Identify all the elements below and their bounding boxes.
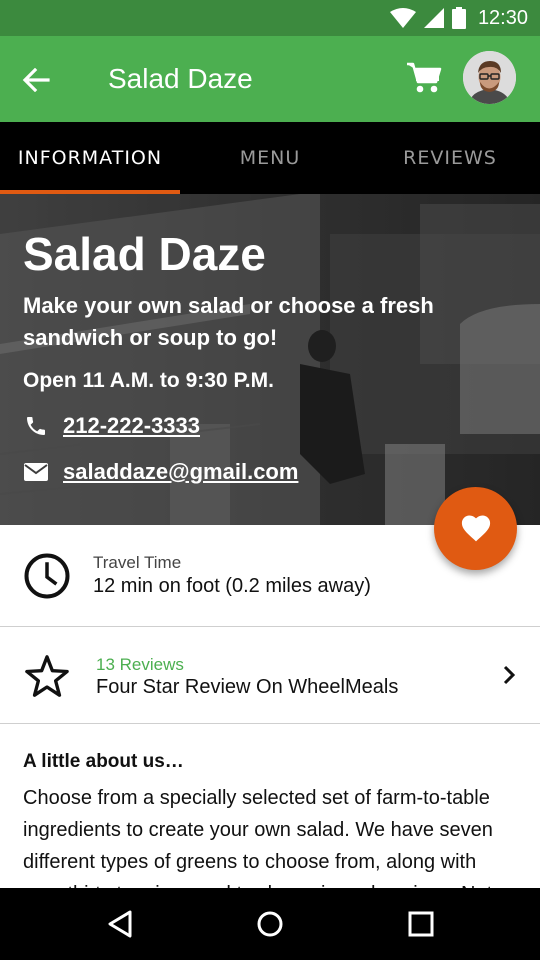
tab-bar: INFORMATION MENU REVIEWS (0, 122, 540, 198)
arrow-back-icon (22, 68, 50, 92)
signal-icon (423, 8, 444, 28)
nav-back-button[interactable] (102, 906, 138, 942)
app-title: Salad Daze (108, 63, 253, 94)
nav-recents-icon (408, 911, 434, 937)
status-icons: 12:30 (389, 6, 528, 29)
cart-icon (407, 62, 442, 93)
tab-menu[interactable]: MENU (180, 122, 360, 194)
system-nav-bar (0, 888, 540, 960)
battery-icon (451, 7, 466, 29)
tab-reviews[interactable]: REVIEWS (360, 122, 540, 194)
restaurant-description: Make your own salad or choose a fresh sa… (23, 293, 434, 350)
email-icon (23, 459, 49, 485)
clock-icon (24, 553, 70, 599)
about-text: Choose from a specially selected set of … (23, 787, 493, 888)
status-time: 12:30 (477, 6, 528, 29)
nav-home-icon (257, 911, 283, 937)
hero-banner: Salad Daze Make your own salad or choose… (0, 194, 540, 525)
back-button[interactable] (18, 62, 54, 98)
travel-time-value: 12 min on foot (0.2 miles away) (93, 575, 371, 597)
nav-recents-button[interactable] (403, 906, 439, 942)
about-section: A little about us… Choose from a special… (0, 724, 540, 888)
nav-back-icon (108, 910, 132, 938)
hero-content: Salad Daze Make your own salad or choose… (23, 228, 493, 498)
cart-button[interactable] (404, 58, 444, 98)
nav-home-button[interactable] (252, 906, 288, 942)
restaurant-name: Salad Daze (23, 228, 266, 280)
avatar[interactable] (463, 51, 516, 104)
phone-link[interactable]: 212-222-3333 (63, 413, 200, 439)
reviews-item[interactable]: 13 Reviews Four Star Review On WheelMeal… (0, 627, 540, 724)
email-row: saladdaze@gmail.com (23, 452, 493, 492)
travel-time-label: Travel Time (93, 553, 182, 572)
email-link[interactable]: saladdaze@gmail.com (63, 459, 298, 485)
phone-row: 212-222-3333 (23, 406, 493, 446)
phone-icon (23, 413, 49, 439)
app-bar: Salad Daze (0, 36, 540, 122)
reviews-count: 13 Reviews (96, 655, 184, 674)
heart-icon (461, 515, 490, 542)
wifi-icon (389, 8, 416, 28)
about-title: A little about us… (23, 751, 184, 772)
star-icon (24, 653, 70, 699)
reviews-summary: Four Star Review On WheelMeals (96, 676, 399, 698)
tab-information[interactable]: INFORMATION (0, 122, 180, 198)
status-bar: 12:30 (0, 0, 540, 36)
opening-hours: Open 11 A.M. to 9:30 P.M. (23, 369, 274, 392)
avatar-image (463, 51, 516, 104)
chevron-right-icon (498, 663, 520, 687)
favorite-button[interactable] (434, 487, 517, 570)
